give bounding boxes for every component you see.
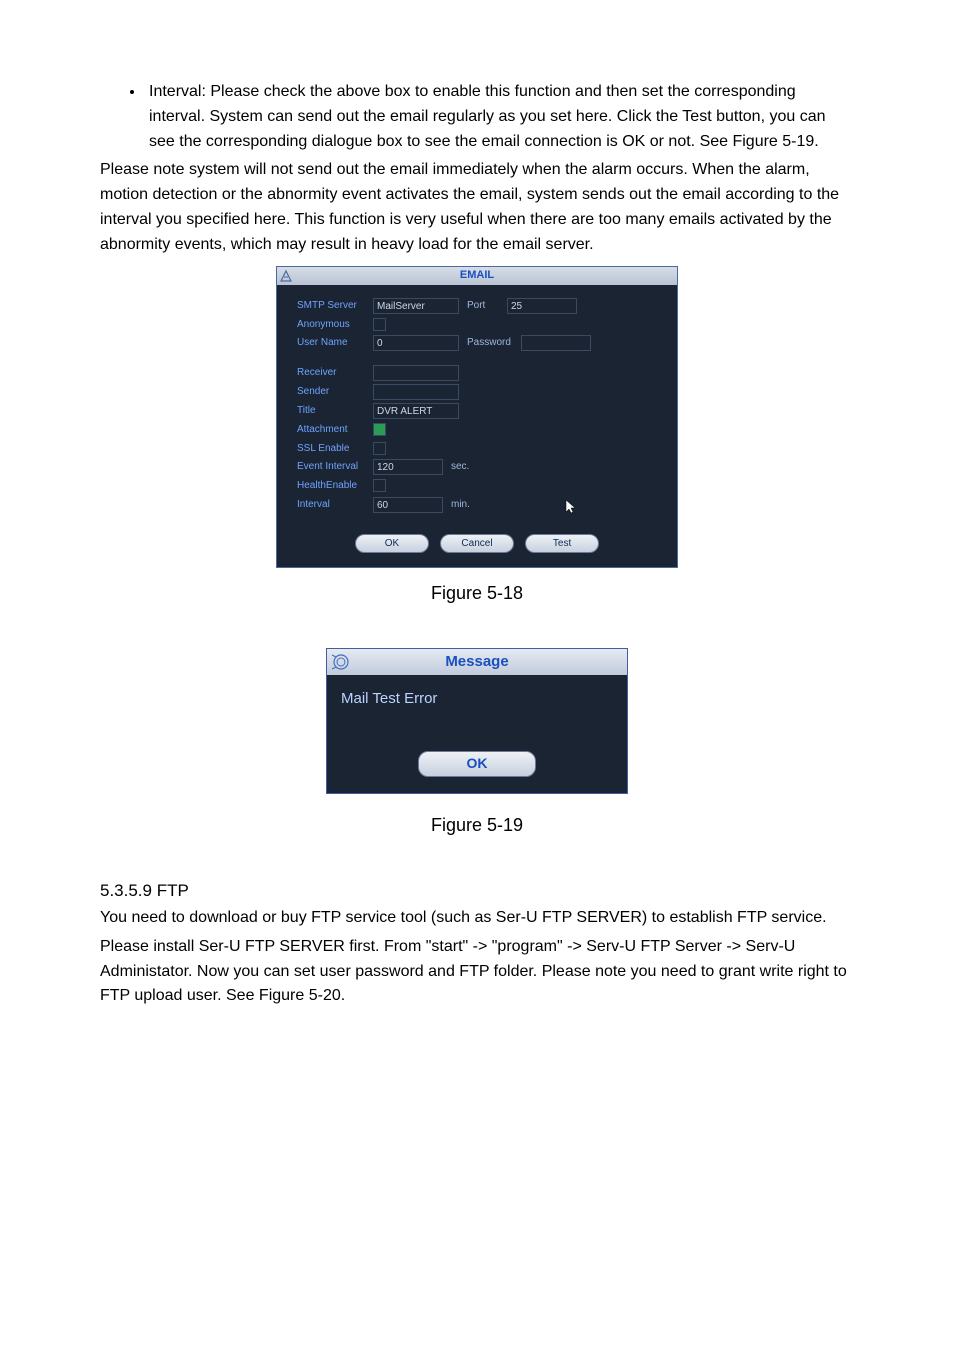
- message-ok-button[interactable]: OK: [418, 751, 536, 777]
- anonymous-checkbox[interactable]: [373, 318, 386, 331]
- interval-bullet: Interval: Please check the above box to …: [145, 80, 854, 154]
- message-dialog-title: Message: [327, 650, 627, 673]
- event-interval-label: Event Interval: [297, 459, 367, 475]
- ftp-para-1: You need to download or buy FTP service …: [100, 906, 854, 931]
- attachment-checkbox[interactable]: [373, 423, 386, 436]
- note-paragraph: Please note system will not send out the…: [100, 158, 854, 257]
- interval-label: Interval: [297, 497, 367, 513]
- cursor-icon: [565, 499, 577, 515]
- message-dialog-titlebar: Message: [327, 649, 627, 675]
- title-input[interactable]: DVR ALERT: [373, 403, 459, 419]
- password-input[interactable]: [521, 335, 591, 351]
- health-enable-checkbox[interactable]: [373, 479, 386, 492]
- sender-label: Sender: [297, 384, 367, 400]
- ssl-enable-label: SSL Enable: [297, 441, 367, 457]
- message-dialog-body: Mail Test Error: [327, 675, 627, 751]
- message-dialog: Message Mail Test Error OK: [326, 648, 628, 794]
- password-label: Password: [467, 335, 515, 351]
- email-dialog-titlebar: EMAIL: [277, 267, 677, 285]
- anonymous-label: Anonymous: [297, 317, 367, 333]
- ssl-enable-checkbox[interactable]: [373, 442, 386, 455]
- title-label: Title: [297, 403, 367, 419]
- username-label: User Name: [297, 335, 367, 351]
- email-dialog: EMAIL SMTP Server MailServer Port 25 Ano…: [276, 266, 678, 569]
- interval-input[interactable]: 60: [373, 497, 443, 513]
- figure-5-19-caption: Figure 5-19: [100, 812, 854, 840]
- attachment-label: Attachment: [297, 422, 367, 438]
- email-dialog-title: EMAIL: [277, 267, 677, 284]
- username-input[interactable]: 0: [373, 335, 459, 351]
- test-button[interactable]: Test: [525, 534, 599, 554]
- sec-label: sec.: [451, 459, 469, 475]
- ftp-para-2: Please install Ser-U FTP SERVER first. F…: [100, 935, 854, 1009]
- port-input[interactable]: 25: [507, 298, 577, 314]
- event-interval-input[interactable]: 120: [373, 459, 443, 475]
- health-enable-label: HealthEnable: [297, 478, 367, 494]
- smtp-input[interactable]: MailServer: [373, 298, 459, 314]
- smtp-label: SMTP Server: [297, 298, 367, 314]
- sender-input[interactable]: [373, 384, 459, 400]
- min-label: min.: [451, 497, 470, 513]
- ftp-heading: 5.3.5.9 FTP: [100, 878, 854, 904]
- ok-button[interactable]: OK: [355, 534, 429, 554]
- receiver-label: Receiver: [297, 365, 367, 381]
- port-label: Port: [467, 298, 501, 314]
- cancel-button[interactable]: Cancel: [440, 534, 514, 554]
- figure-5-18-caption: Figure 5-18: [100, 580, 854, 608]
- receiver-input[interactable]: [373, 365, 459, 381]
